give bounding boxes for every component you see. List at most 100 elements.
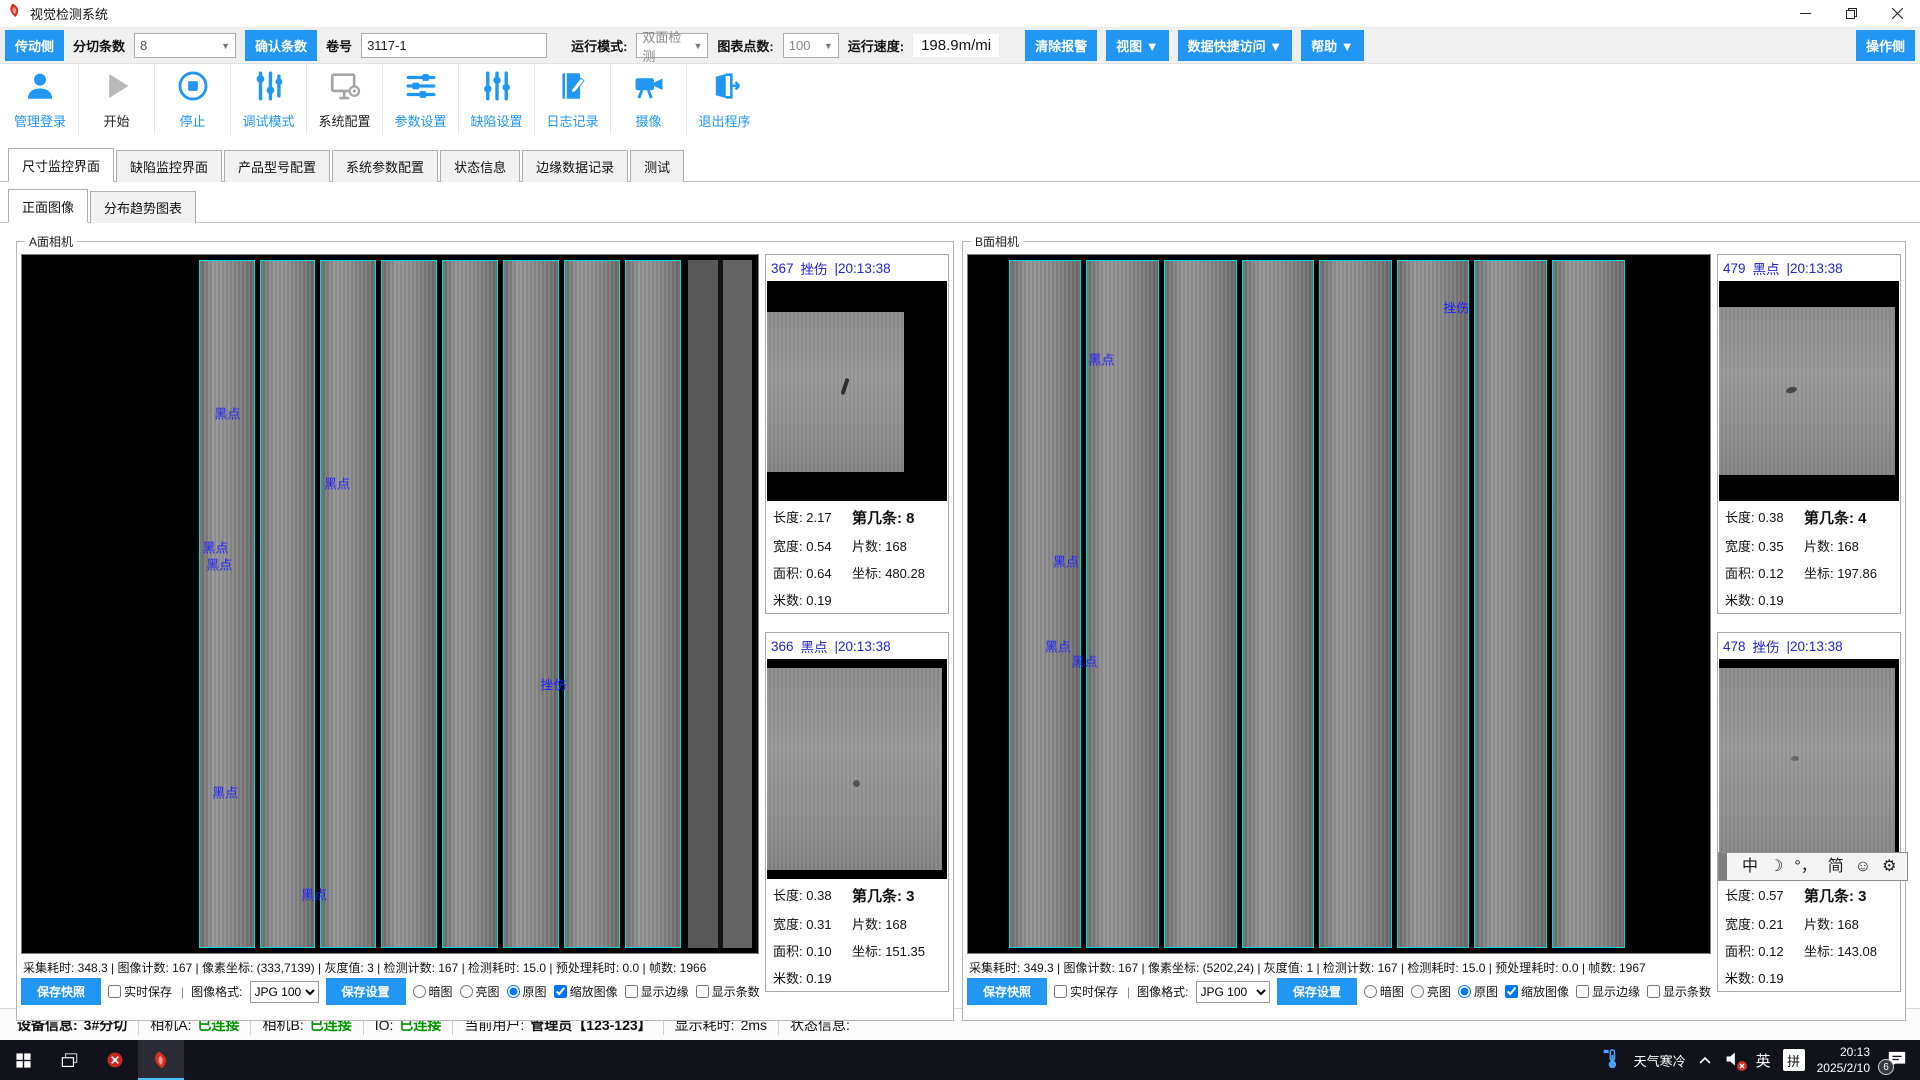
material-band bbox=[1719, 668, 1895, 870]
start-button[interactable]: 开始 bbox=[78, 64, 154, 134]
sliders-vertical-icon bbox=[252, 69, 286, 108]
ime-indicator[interactable]: 拼 bbox=[1783, 1049, 1805, 1071]
weather-text[interactable]: 天气寒冷 bbox=[1634, 1051, 1686, 1070]
transmission-side-button[interactable]: 传动侧 bbox=[5, 30, 64, 61]
parameter-settings-button[interactable]: 参数设置 bbox=[382, 64, 458, 134]
realtime-save-checkbox[interactable]: 实时保存 bbox=[1054, 983, 1118, 1000]
operate-side-button[interactable]: 操作侧 bbox=[1856, 30, 1915, 61]
save-settings-button[interactable]: 保存设置 bbox=[1277, 978, 1357, 1005]
ime-drag-handle[interactable] bbox=[1719, 853, 1727, 880]
ime-half-full-width-icon[interactable]: ☽ bbox=[1769, 859, 1783, 875]
camera-a-image[interactable]: 黑点黑点黑点黑点挫伤黑点黑点 bbox=[21, 254, 759, 954]
bright-image-radio[interactable]: 亮图 bbox=[1411, 983, 1451, 1000]
camera-b-panel-title: B面相机 bbox=[971, 233, 1023, 250]
slit-count-select[interactable]: 8▼ bbox=[134, 33, 236, 58]
divider: | bbox=[179, 985, 184, 999]
chart-points-select[interactable]: 100▼ bbox=[783, 33, 839, 58]
tab-system-param-config[interactable]: 系统参数配置 bbox=[332, 150, 438, 182]
show-edge-checkbox[interactable]: 显示边缘 bbox=[625, 983, 689, 1000]
clock-date: 2025/2/10 bbox=[1817, 1060, 1870, 1076]
clock[interactable]: 20:13 2025/2/10 bbox=[1817, 1044, 1870, 1076]
image-format-select[interactable]: JPG 100 bbox=[1196, 981, 1270, 1003]
clear-alarm-button[interactable]: 清除报警 bbox=[1025, 30, 1097, 61]
language-indicator[interactable]: 英 bbox=[1756, 1050, 1771, 1071]
camera-b-image[interactable]: 挫伤黑点黑点黑点黑点 bbox=[967, 254, 1711, 954]
save-settings-button[interactable]: 保存设置 bbox=[326, 978, 406, 1005]
defect-settings-button[interactable]: 缺陷设置 bbox=[458, 64, 534, 134]
tab-status-info[interactable]: 状态信息 bbox=[440, 150, 520, 182]
tab-edge-data-record[interactable]: 边缘数据记录 bbox=[522, 150, 628, 182]
log-record-button[interactable]: 日志记录 bbox=[534, 64, 610, 134]
volume-muted-icon[interactable] bbox=[1724, 1050, 1744, 1071]
camera-a-defect-sidebar: 367 挫伤 |20:13:38 长度: 2.17 第几条: 8 宽度: 0.5… bbox=[765, 254, 949, 1018]
thermometer-icon[interactable] bbox=[1602, 1048, 1622, 1073]
notification-center-button[interactable]: 6 bbox=[1882, 1047, 1912, 1073]
task-view-button[interactable] bbox=[46, 1040, 92, 1080]
show-edge-checkbox[interactable]: 显示边缘 bbox=[1576, 983, 1640, 1000]
ime-simplified-toggle[interactable]: 简 bbox=[1828, 859, 1844, 875]
start-button[interactable] bbox=[0, 1040, 46, 1080]
taskbar-app-icon-1[interactable] bbox=[92, 1040, 138, 1080]
notification-count-badge: 6 bbox=[1878, 1059, 1894, 1075]
original-image-radio[interactable]: 原图 bbox=[1458, 983, 1498, 1000]
ime-mode-chinese[interactable]: 中 bbox=[1742, 859, 1758, 875]
image-format-select[interactable]: JPG 100 bbox=[250, 981, 319, 1003]
bright-image-radio[interactable]: 亮图 bbox=[460, 983, 500, 1000]
stop-button[interactable]: 停止 bbox=[154, 64, 230, 134]
confirm-count-button[interactable]: 确认条数 bbox=[245, 30, 317, 61]
defect-card[interactable]: 479 黑点 |20:13:38 长度: 0.38 第几条: 4 宽度: 0.3… bbox=[1717, 254, 1901, 614]
tab-product-model-config[interactable]: 产品型号配置 bbox=[224, 150, 330, 182]
defect-annotation: 黑点 bbox=[1089, 350, 1115, 369]
tab-test[interactable]: 测试 bbox=[630, 150, 684, 182]
dark-image-radio[interactable]: 暗图 bbox=[413, 983, 453, 1000]
help-menu-button[interactable]: 帮助 ▼ bbox=[1301, 30, 1363, 61]
maximize-button[interactable] bbox=[1828, 0, 1874, 27]
camera-capture-button[interactable]: 摄像 bbox=[610, 64, 686, 134]
defect-type: 挫伤 bbox=[1753, 636, 1780, 656]
debug-mode-button[interactable]: 调试模式 bbox=[230, 64, 306, 134]
data-quick-access-button[interactable]: 数据快捷访问 ▼ bbox=[1178, 30, 1292, 61]
window-controls bbox=[1782, 0, 1920, 27]
tab-size-monitor[interactable]: 尺寸监控界面 bbox=[8, 148, 114, 182]
tab-front-image[interactable]: 正面图像 bbox=[8, 189, 88, 223]
exit-program-button[interactable]: 退出程序 bbox=[686, 64, 762, 134]
close-button[interactable] bbox=[1874, 0, 1920, 27]
admin-login-button[interactable]: 管理登录 bbox=[2, 64, 78, 134]
taskbar-app-icon-vision-system[interactable] bbox=[138, 1040, 184, 1080]
defect-thumbnail bbox=[1719, 659, 1899, 879]
save-snapshot-button[interactable]: 保存快照 bbox=[967, 978, 1047, 1005]
ime-punctuation-icon[interactable]: °， bbox=[1794, 859, 1816, 875]
run-speed-label: 运行速度: bbox=[848, 36, 904, 55]
main-toolbar: 传动侧 分切条数 8▼ 确认条数 卷号 运行模式: 双面检测▼ 图表点数: 10… bbox=[0, 28, 1920, 64]
defect-annotation: 黑点 bbox=[1053, 551, 1079, 570]
defect-card-header: 367 挫伤 |20:13:38 bbox=[766, 255, 948, 281]
defect-card[interactable]: 478 挫伤 |20:13:38 长度: 0.57 第几条: 3 宽度: 0.2… bbox=[1717, 632, 1901, 992]
ime-settings-gear-icon[interactable]: ⚙ bbox=[1882, 859, 1896, 875]
defect-card[interactable]: 367 挫伤 |20:13:38 长度: 2.17 第几条: 8 宽度: 0.5… bbox=[765, 254, 949, 614]
zoom-image-checkbox[interactable]: 缩放图像 bbox=[1505, 983, 1569, 1000]
tab-distribution-trend-chart[interactable]: 分布趋势图表 bbox=[90, 191, 196, 223]
hidden-icons-chevron[interactable] bbox=[1698, 1053, 1712, 1068]
show-strips-checkbox[interactable]: 显示条数 bbox=[1647, 983, 1711, 1000]
dark-image-radio[interactable]: 暗图 bbox=[1364, 983, 1404, 1000]
original-image-radio[interactable]: 原图 bbox=[507, 983, 547, 1000]
defect-info: 长度: 0.38 第几条: 4 宽度: 0.35 片数: 168 面积: 0.1… bbox=[1718, 501, 1900, 613]
camera-a-panel-title: A面相机 bbox=[25, 233, 77, 250]
ime-emoji-icon[interactable]: ☺ bbox=[1855, 859, 1871, 875]
save-snapshot-button[interactable]: 保存快照 bbox=[21, 978, 101, 1005]
realtime-save-checkbox[interactable]: 实时保存 bbox=[108, 983, 172, 1000]
play-icon bbox=[100, 69, 134, 108]
defect-card[interactable]: 366 黑点 |20:13:38 长度: 0.38 第几条: 3 宽度: 0.3… bbox=[765, 632, 949, 992]
show-strips-checkbox[interactable]: 显示条数 bbox=[696, 983, 760, 1000]
roll-no-input[interactable] bbox=[361, 33, 547, 58]
tab-defect-monitor[interactable]: 缺陷监控界面 bbox=[116, 150, 222, 182]
system-config-button[interactable]: 系统配置 bbox=[306, 64, 382, 134]
content-area: A面相机 黑点黑点黑点黑点挫伤黑点黑点 采集耗时: 348.3 | 图像计数: … bbox=[0, 223, 1920, 1008]
minimize-button[interactable] bbox=[1782, 0, 1828, 27]
sliders-horizontal-icon bbox=[404, 69, 438, 108]
view-menu-button[interactable]: 视图 ▼ bbox=[1106, 30, 1168, 61]
defect-type: 黑点 bbox=[801, 636, 828, 656]
run-mode-select[interactable]: 双面检测▼ bbox=[636, 33, 708, 58]
zoom-image-checkbox[interactable]: 缩放图像 bbox=[554, 983, 618, 1000]
system-tray: 天气寒冷 英 拼 20:13 2025/2/10 6 bbox=[1602, 1044, 1920, 1076]
